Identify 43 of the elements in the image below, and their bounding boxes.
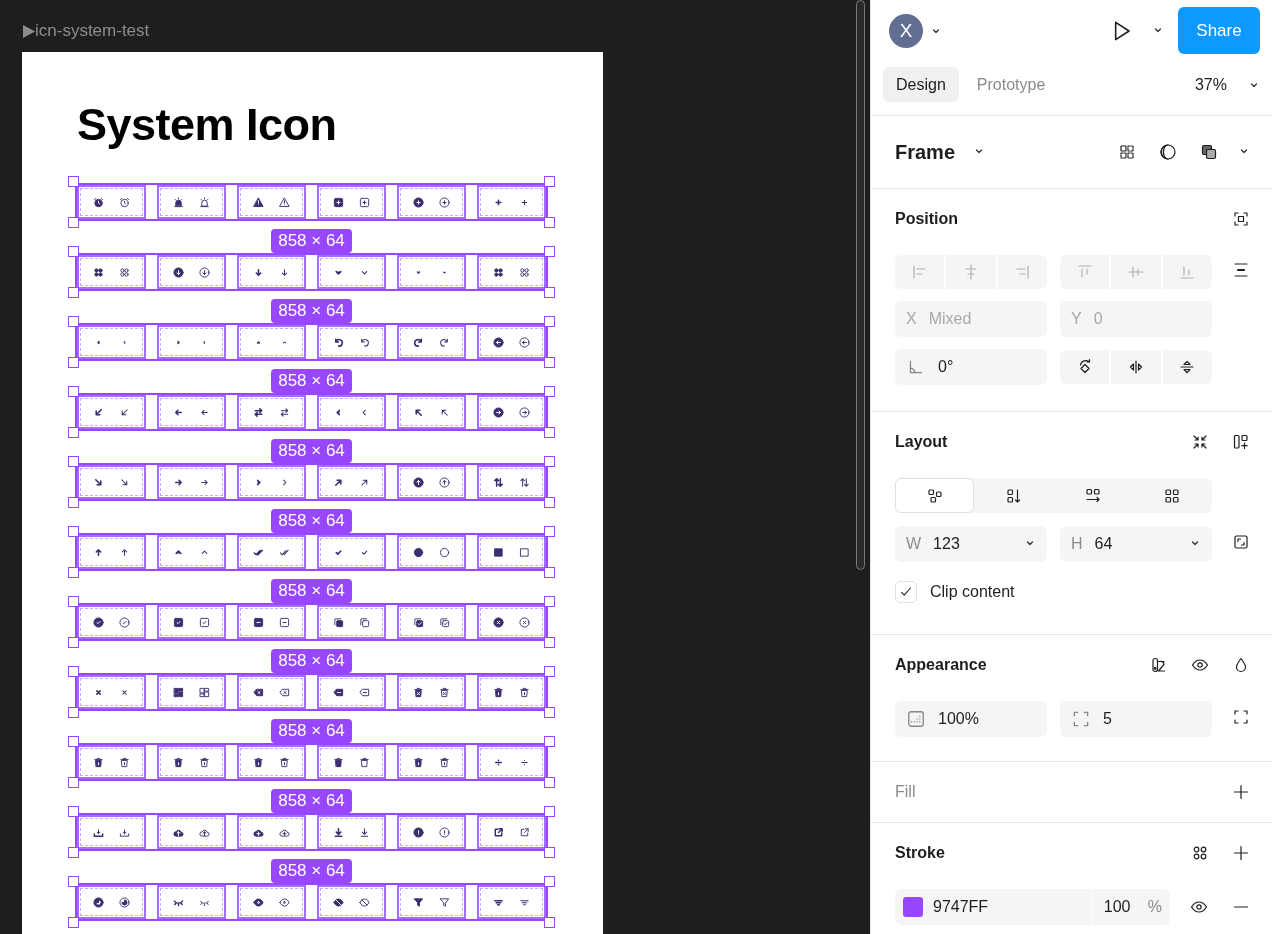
opacity-value: 100: [1090, 889, 1148, 925]
corner-radius-field[interactable]: 5: [1060, 701, 1212, 737]
height-field[interactable]: H 64: [1060, 526, 1212, 562]
size-badge: 858 × 64: [271, 859, 352, 883]
field-value: 100%: [938, 710, 979, 728]
size-badge: 858 × 64: [271, 719, 352, 743]
size-badge: 858 × 64: [271, 649, 352, 673]
stroke-field[interactable]: 9747FF 100 %: [895, 889, 1170, 925]
section-title: Appearance: [895, 656, 987, 674]
size-badge: 858 × 64: [271, 579, 352, 603]
field-value: 64: [1094, 535, 1113, 553]
rotation-field[interactable]: 0°: [895, 349, 1047, 385]
layer-type[interactable]: Frame: [895, 140, 956, 164]
size-badge: 858 × 64: [271, 229, 352, 253]
field-label: W: [906, 535, 922, 553]
field-value: 0°: [938, 358, 954, 376]
field-label: Y: [1071, 310, 1082, 328]
field-label: X: [906, 310, 917, 328]
frame-label[interactable]: icn-system-test: [35, 21, 150, 41]
field-value: 123: [933, 535, 960, 553]
panel-tab[interactable]: Prototype: [963, 67, 1059, 102]
field-value: 5: [1103, 710, 1112, 728]
section-title: Fill: [895, 783, 916, 801]
section-title: Position: [895, 210, 959, 228]
percent-unit: %: [1147, 898, 1162, 916]
panel-tab[interactable]: Design: [883, 67, 959, 102]
page-title: System Icon: [77, 98, 338, 152]
field-value: Mixed: [928, 310, 972, 328]
section-title: Layout: [895, 433, 948, 451]
zoom-level[interactable]: 37%: [1194, 75, 1227, 94]
size-badge: 858 × 64: [271, 299, 352, 323]
width-field[interactable]: W 123: [895, 526, 1047, 562]
opacity-field[interactable]: 100%: [895, 701, 1047, 737]
size-badge: 858 × 64: [271, 439, 352, 463]
size-badge: 858 × 64: [271, 369, 352, 393]
section-title: Stroke: [895, 844, 945, 862]
checkbox-label[interactable]: Clip content: [930, 583, 1015, 601]
field-label: H: [1071, 535, 1083, 553]
field-value: 0: [1093, 310, 1103, 328]
size-badge: 858 × 64: [271, 789, 352, 813]
avatar[interactable]: X: [889, 13, 923, 48]
size-badge: 858 × 64: [271, 509, 352, 533]
hex-value: 9747FF: [933, 898, 990, 916]
